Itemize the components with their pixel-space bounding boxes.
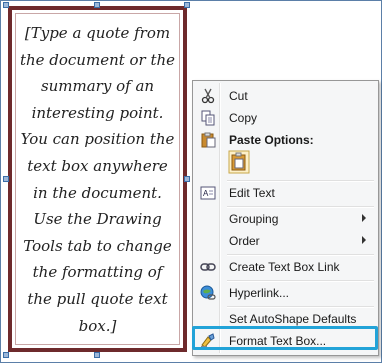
menu-item-create-text-box-link[interactable]: Create Text Box Link	[195, 256, 376, 278]
clipboard-icon	[201, 132, 216, 148]
resize-handle-middle-right[interactable]	[184, 176, 190, 182]
menu-item-edit-text-label: Edit Text	[229, 186, 275, 200]
edit-text-icon: A	[200, 186, 216, 200]
paste-keep-format-option[interactable]	[195, 149, 376, 175]
globe-link-icon	[200, 285, 216, 300]
menu-item-create-text-box-link-label: Create Text Box Link	[229, 260, 340, 274]
menu-item-grouping[interactable]: Grouping	[195, 208, 376, 230]
paste-keep-format-icon	[228, 150, 250, 174]
menu-item-set-autoshape-defaults-label: Set AutoShape Defaults	[229, 312, 357, 326]
menu-item-grouping-label: Grouping	[229, 212, 279, 226]
menu-item-order-label: Order	[229, 234, 260, 248]
menu-item-order[interactable]: Order	[195, 230, 376, 252]
pull-quote-text[interactable]: [Type a quote from the document or the s…	[18, 20, 177, 339]
svg-text:A: A	[203, 189, 209, 198]
copy-icon	[201, 110, 215, 126]
menu-item-copy[interactable]: Copy	[195, 107, 376, 129]
menu-item-hyperlink[interactable]: Hyperlink...	[195, 282, 376, 304]
context-menu: Cut Copy Paste Options: A Edit Text Grou…	[192, 80, 379, 356]
resize-handle-middle-left[interactable]	[3, 176, 9, 182]
menu-item-hyperlink-label: Hyperlink...	[229, 286, 290, 300]
menu-item-cut[interactable]: Cut	[195, 85, 376, 107]
pull-quote-text-box[interactable]: [Type a quote from the document or the s…	[8, 6, 187, 352]
menu-item-cut-label: Cut	[229, 89, 248, 103]
resize-handle-bottom-left[interactable]	[3, 352, 9, 358]
submenu-arrow-icon	[362, 236, 366, 244]
scissors-icon	[201, 88, 215, 104]
menu-item-paste-options-label: Paste Options:	[229, 133, 314, 147]
resize-handle-top-left[interactable]	[3, 2, 9, 8]
resize-handle-top-right[interactable]	[184, 2, 190, 8]
link-chain-icon	[200, 263, 216, 271]
resize-handle-bottom-middle[interactable]	[94, 352, 100, 358]
menu-item-edit-text[interactable]: A Edit Text	[195, 182, 376, 204]
menu-item-paste-options: Paste Options:	[195, 129, 376, 151]
submenu-arrow-icon	[362, 214, 366, 222]
menu-item-copy-label: Copy	[229, 111, 258, 125]
format-text-box-highlight	[192, 326, 378, 350]
resize-handle-top-middle[interactable]	[94, 2, 100, 8]
